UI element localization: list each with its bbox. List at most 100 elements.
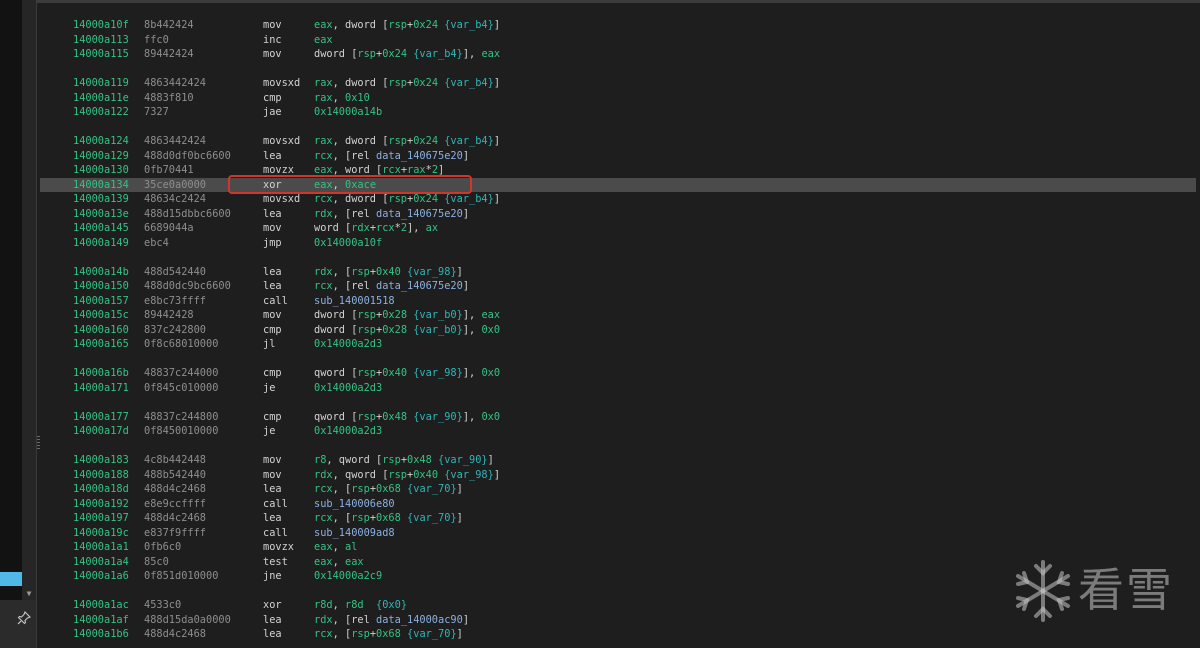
operand-immediate[interactable]: 0x48 bbox=[407, 454, 432, 466]
instruction-row[interactable]: 14000a113 ffc0 inc eax bbox=[40, 33, 1196, 48]
instruction-row[interactable]: 14000a17d 0f8450010000 je 0x14000a2d3 bbox=[40, 424, 1196, 439]
operand-immediate[interactable]: 0x24 bbox=[413, 77, 438, 89]
instruction-address[interactable]: 14000a11e bbox=[73, 91, 129, 106]
instruction-row[interactable]: 14000a183 4c8b442448 mov r8, qword [rsp+0x4… bbox=[40, 453, 1196, 468]
instruction-row[interactable]: 14000a129 488d0df0bc6600 lea rcx, [rel data… bbox=[40, 149, 1196, 164]
instruction-row[interactable]: 14000a171 0f845c010000 je 0x14000a2d3 bbox=[40, 381, 1196, 396]
instruction-address[interactable]: 14000a145 bbox=[73, 221, 129, 236]
instruction-address[interactable]: 14000a183 bbox=[73, 453, 129, 468]
operand-immediate[interactable]: 0x14000a14b bbox=[314, 106, 382, 118]
operand-variable[interactable]: {var_b4} bbox=[444, 77, 494, 89]
operand-variable[interactable]: {var_b4} bbox=[444, 193, 494, 205]
instruction-row[interactable]: 14000a1a1 0fb6c0 movzx eax, al bbox=[40, 540, 1196, 555]
instruction-row[interactable]: 14000a13e 488d15dbbc6600 lea rdx, [rel data… bbox=[40, 207, 1196, 222]
instruction-address[interactable]: 14000a1a6 bbox=[73, 569, 129, 584]
operand-immediate[interactable]: 0x40 bbox=[376, 266, 401, 278]
operand-immediate[interactable]: 0x14000a2c9 bbox=[314, 570, 382, 582]
sidebar-scrollbar[interactable] bbox=[22, 0, 37, 648]
instruction-address[interactable]: 14000a139 bbox=[73, 192, 129, 207]
instruction-row[interactable]: 14000a139 48634c2424 movsxd rcx, dword [rsp… bbox=[40, 192, 1196, 207]
instruction-row[interactable]: 14000a160 837c242800 cmp dword [rsp+0x28 {v… bbox=[40, 323, 1196, 338]
instruction-address[interactable]: 14000a1ac bbox=[73, 598, 129, 613]
instruction-row[interactable]: 14000a18d 488d4c2468 lea rcx, [rsp+0x68 {va… bbox=[40, 482, 1196, 497]
operand-immediate[interactable]: 0x10 bbox=[345, 92, 370, 104]
instruction-address[interactable]: 14000a119 bbox=[73, 76, 129, 91]
operand-immediate[interactable]: 0x68 bbox=[376, 512, 401, 524]
operand-symbol[interactable]: data_140675e20 bbox=[376, 208, 463, 220]
operand-variable[interactable]: {var_98} bbox=[413, 367, 463, 379]
operand-variable[interactable]: {var_b4} bbox=[413, 48, 463, 60]
operand-immediate[interactable]: 0x24 bbox=[382, 48, 407, 60]
instruction-row-selected[interactable]: 14000a134 35ce0a0000 xor eax, 0xace bbox=[40, 177, 1196, 192]
operand-immediate[interactable]: 0x24 bbox=[413, 135, 438, 147]
operand-immediate[interactable]: 0x28 bbox=[382, 324, 407, 336]
instruction-address[interactable]: 14000a150 bbox=[73, 279, 129, 294]
instruction-row[interactable]: 14000a119 4863442424 movsxd rax, dword [rsp… bbox=[40, 76, 1196, 91]
instruction-row[interactable]: 14000a11e 4883f810 cmp rax, 0x10 bbox=[40, 91, 1196, 106]
instruction-row[interactable]: 14000a188 488b542440 mov rdx, qword [rsp+0x… bbox=[40, 468, 1196, 483]
instruction-address[interactable]: 14000a165 bbox=[73, 337, 129, 352]
sidebar-selected-indicator[interactable] bbox=[0, 572, 22, 586]
instruction-row[interactable]: 14000a177 48837c244800 cmp qword [rsp+0x48 … bbox=[40, 410, 1196, 425]
operand-variable[interactable]: {var_70} bbox=[407, 628, 457, 640]
operand-immediate[interactable]: 0x14000a2d3 bbox=[314, 338, 382, 350]
operand-variable[interactable]: {var_98} bbox=[407, 266, 457, 278]
instruction-row[interactable]: 14000a192 e8e9ccffff call sub_140006e80 bbox=[40, 497, 1196, 512]
instruction-row[interactable]: 14000a145 6689044a mov word [rdx+rcx*2], ax bbox=[40, 221, 1196, 236]
instruction-address[interactable]: 14000a157 bbox=[73, 294, 129, 309]
instruction-row[interactable]: 14000a19c e837f9ffff call sub_140009ad8 bbox=[40, 526, 1196, 541]
operand-variable[interactable]: {var_b4} bbox=[444, 19, 494, 31]
disassembly-view[interactable]: 14000a10f 8b442424 mov eax, dword [rsp+0x24… bbox=[40, 3, 1200, 648]
instruction-address[interactable]: 14000a1a1 bbox=[73, 540, 129, 555]
instruction-address[interactable]: 14000a17d bbox=[73, 424, 129, 439]
instruction-row[interactable]: 14000a115 89442424 mov dword [rsp+0x24 {var… bbox=[40, 47, 1196, 62]
operand-symbol[interactable]: sub_140001518 bbox=[314, 295, 395, 307]
instruction-address[interactable]: 14000a171 bbox=[73, 381, 129, 396]
instruction-address[interactable]: 14000a149 bbox=[73, 236, 129, 251]
instruction-address[interactable]: 14000a1b6 bbox=[73, 627, 129, 642]
instruction-address[interactable]: 14000a16b bbox=[73, 366, 129, 381]
instruction-address[interactable]: 14000a19c bbox=[73, 526, 129, 541]
operand-immediate[interactable]: 0x0 bbox=[481, 324, 500, 336]
instruction-address[interactable]: 14000a177 bbox=[73, 410, 129, 425]
instruction-row[interactable]: 14000a15c 89442428 mov dword [rsp+0x28 {var… bbox=[40, 308, 1196, 323]
instruction-address[interactable]: 14000a192 bbox=[73, 497, 129, 512]
instruction-address[interactable]: 14000a15c bbox=[73, 308, 129, 323]
operand-symbol[interactable]: sub_140009ad8 bbox=[314, 527, 395, 539]
instruction-address[interactable]: 14000a1af bbox=[73, 613, 129, 628]
instruction-address[interactable]: 14000a160 bbox=[73, 323, 129, 338]
operand-variable[interactable]: {var_b0} bbox=[413, 309, 463, 321]
operand-immediate[interactable]: 0x40 bbox=[382, 367, 407, 379]
operand-variable[interactable]: {var_b4} bbox=[444, 135, 494, 147]
instruction-address[interactable]: 14000a129 bbox=[73, 149, 129, 164]
instruction-address[interactable]: 14000a197 bbox=[73, 511, 129, 526]
instruction-row[interactable]: 14000a165 0f8c68010000 jl 0x14000a2d3 bbox=[40, 337, 1196, 352]
instruction-row[interactable]: 14000a10f 8b442424 mov eax, dword [rsp+0x24… bbox=[40, 18, 1196, 33]
operand-immediate[interactable]: 0x68 bbox=[376, 483, 401, 495]
instruction-row[interactable]: 14000a1b6 488d4c2468 lea rcx, [rsp+0x68 {va… bbox=[40, 627, 1196, 642]
instruction-row[interactable]: 14000a122 7327 jae 0x14000a14b bbox=[40, 105, 1196, 120]
operand-symbol[interactable]: sub_140006e80 bbox=[314, 498, 395, 510]
operand-immediate[interactable]: 0x68 bbox=[376, 628, 401, 640]
operand-symbol[interactable]: data_140675e20 bbox=[376, 280, 463, 292]
operand-immediate[interactable]: 0x14000a2d3 bbox=[314, 382, 382, 394]
instruction-row[interactable]: 14000a150 488d0dc9bc6600 lea rcx, [rel data… bbox=[40, 279, 1196, 294]
instruction-row[interactable]: 14000a149 ebc4 jmp 0x14000a10f bbox=[40, 236, 1196, 251]
instruction-address[interactable]: 14000a115 bbox=[73, 47, 129, 62]
operand-variable[interactable]: {var_70} bbox=[407, 483, 457, 495]
instruction-row[interactable]: 14000a197 488d4c2468 lea rcx, [rsp+0x68 {va… bbox=[40, 511, 1196, 526]
operand-variable[interactable]: {var_98} bbox=[444, 469, 494, 481]
operand-immediate[interactable]: 0x0 bbox=[481, 411, 500, 423]
operand-immediate[interactable]: 0x14000a10f bbox=[314, 237, 382, 249]
instruction-address[interactable]: 14000a188 bbox=[73, 468, 129, 483]
pin-icon[interactable] bbox=[17, 611, 31, 625]
instruction-address[interactable]: 14000a13e bbox=[73, 207, 129, 222]
instruction-address[interactable]: 14000a14b bbox=[73, 265, 129, 280]
instruction-address[interactable]: 14000a18d bbox=[73, 482, 129, 497]
operand-symbol[interactable]: data_140675e20 bbox=[376, 150, 463, 162]
instruction-address[interactable]: 14000a124 bbox=[73, 134, 129, 149]
instruction-address[interactable]: 14000a122 bbox=[73, 105, 129, 120]
operand-variable[interactable]: {var_b0} bbox=[413, 324, 463, 336]
operand-immediate[interactable]: 0x48 bbox=[382, 411, 407, 423]
operand-variable[interactable]: {var_90} bbox=[413, 411, 463, 423]
